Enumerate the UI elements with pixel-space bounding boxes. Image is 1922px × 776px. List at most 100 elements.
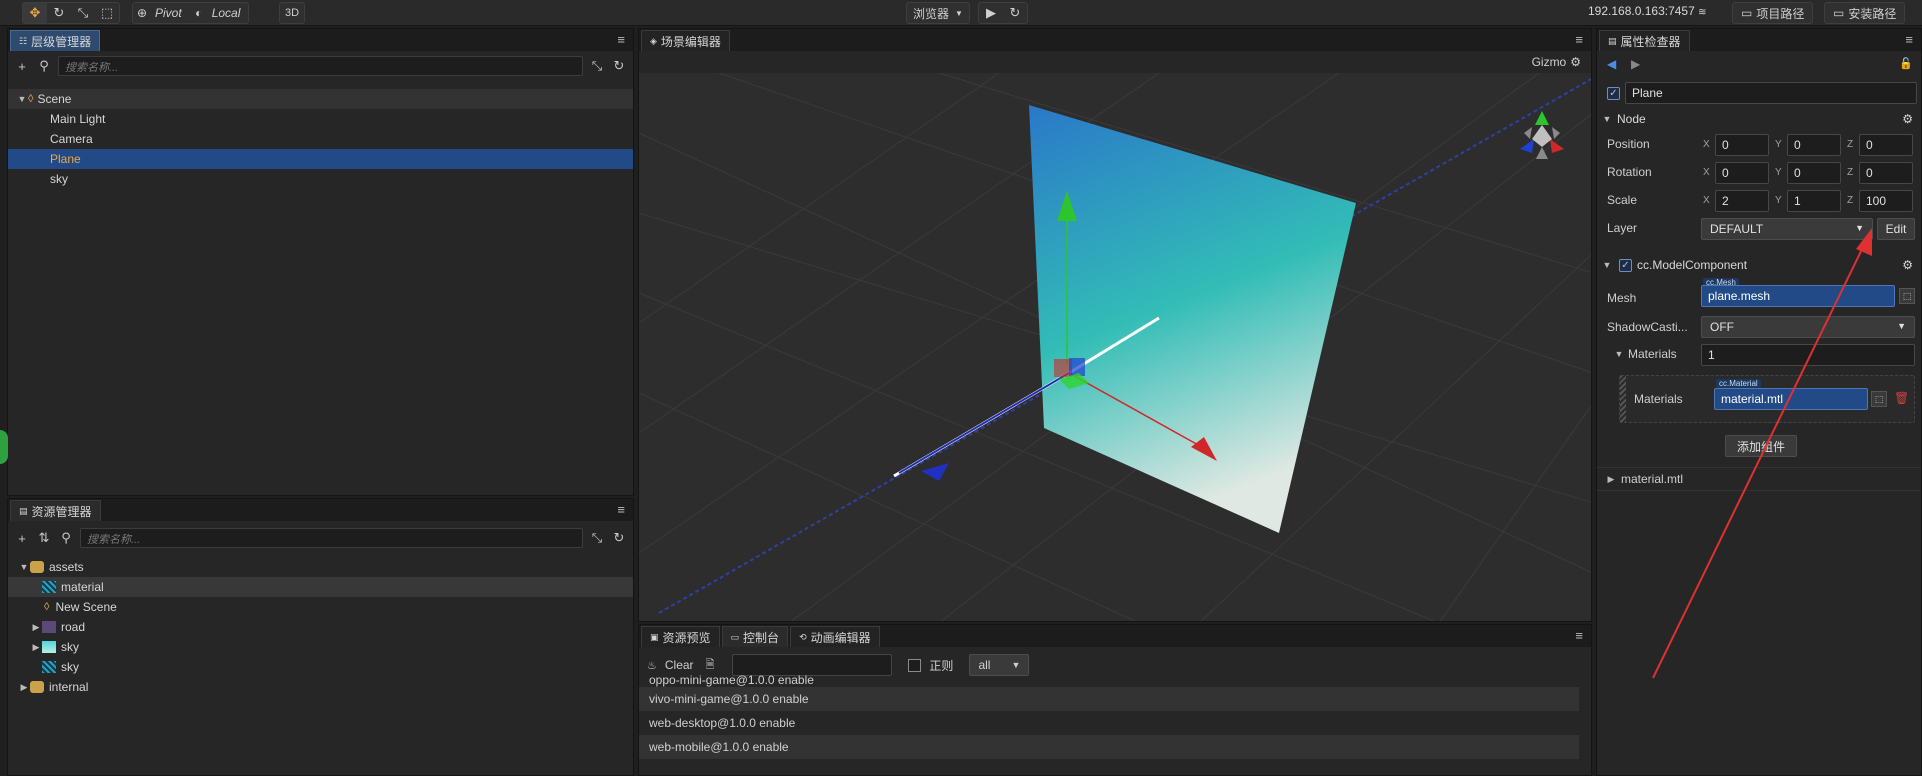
lock-icon[interactable]: 🔓	[1899, 57, 1913, 70]
materials-toggle[interactable]: ▼ Materials	[1613, 347, 1677, 361]
back-arrow-icon[interactable]: ◀	[1607, 57, 1616, 71]
menu-icon[interactable]: ≡	[617, 502, 625, 517]
search-icon[interactable]: ⚲	[36, 58, 52, 74]
delete-icon[interactable]: 🗑	[1894, 391, 1909, 405]
asset-row-material[interactable]: material	[8, 577, 633, 597]
menu-icon[interactable]: ≡	[1575, 32, 1583, 47]
search-icon[interactable]: ⚲	[58, 530, 74, 546]
layer-select[interactable]: DEFAULT ▼	[1701, 218, 1873, 240]
materials-count-input[interactable]: 1	[1701, 344, 1915, 366]
asset-row-road[interactable]: ▶ road	[8, 617, 633, 637]
tree-row-plane[interactable]: Plane	[8, 149, 633, 169]
model-component-header[interactable]: ▼ ✓ cc.ModelComponent ⚙	[1597, 253, 1921, 277]
refresh-icon[interactable]: ↻	[611, 530, 627, 546]
position-y-input[interactable]: 0	[1787, 134, 1841, 156]
expand-arrow-icon[interactable]: ▼	[1601, 260, 1613, 270]
orientation-gizmo[interactable]	[1520, 111, 1564, 159]
add-icon[interactable]: +	[14, 59, 30, 74]
clear-button[interactable]: Clear	[665, 658, 694, 672]
rotation-y-input[interactable]: 0	[1787, 162, 1841, 184]
hierarchy-search-input[interactable]: 搜索名称...	[58, 56, 583, 76]
shadow-casting-select[interactable]: OFF ▼	[1701, 316, 1915, 338]
node-section-header[interactable]: ▼ Node ⚙	[1597, 107, 1921, 131]
gear-icon[interactable]: ⚙	[1902, 112, 1913, 126]
collapse-icon[interactable]: ⤡	[589, 58, 605, 74]
rect-tool-icon[interactable]: ⬚	[95, 3, 119, 23]
mode-3d-button[interactable]: 3D	[279, 2, 306, 24]
layer-edit-button[interactable]: Edit	[1877, 218, 1915, 240]
asset-row-new-scene[interactable]: ◊ New Scene	[8, 597, 633, 617]
sort-icon[interactable]: ⇅	[36, 530, 52, 546]
tree-row-main-light[interactable]: Main Light	[8, 109, 633, 129]
expand-arrow-icon[interactable]: ▶	[18, 682, 30, 693]
asset-row-sky-material[interactable]: sky	[8, 657, 633, 677]
forward-arrow-icon[interactable]: ▶	[1631, 57, 1640, 71]
expand-arrow-icon[interactable]: ▼	[16, 94, 28, 104]
rotation-z-input[interactable]: 0	[1859, 162, 1913, 184]
assets-search-input[interactable]: 搜索名称...	[80, 528, 583, 548]
gear-icon[interactable]: ⚙	[1902, 258, 1913, 272]
pivot-button[interactable]: Pivot	[151, 6, 190, 20]
globe-icon[interactable]: ◐	[190, 6, 208, 20]
tab-animation-editor[interactable]: ⟲ 动画编辑器	[790, 626, 880, 647]
tree-row-scene[interactable]: ▼ ◊ Scene	[8, 89, 633, 109]
expand-arrow-icon[interactable]: ▶	[1605, 474, 1617, 485]
scene-canvas[interactable]	[639, 73, 1591, 621]
install-path-button[interactable]: ▭ 安装路径	[1824, 2, 1906, 24]
project-path-button[interactable]: ▭ 项目路径	[1732, 2, 1814, 24]
drag-handle-icon[interactable]	[1620, 376, 1626, 422]
menu-icon[interactable]: ≡	[617, 32, 625, 47]
log-file-icon[interactable]: 🗎	[706, 656, 715, 675]
preview-platform-select[interactable]: 浏览器 ▼	[906, 2, 970, 24]
refresh-icon[interactable]: ↻	[1003, 3, 1027, 23]
log-level-select[interactable]: all ▼	[969, 654, 1030, 676]
menu-icon[interactable]: ≡	[1905, 32, 1913, 47]
asset-footer-section[interactable]: ▶ material.mtl	[1597, 467, 1921, 491]
add-component-button[interactable]: 添加组件	[1725, 435, 1797, 457]
tab-assets[interactable]: ▤ 资源管理器	[10, 500, 101, 521]
rotation-x-input[interactable]: 0	[1715, 162, 1769, 184]
tab-console[interactable]: ▭ 控制台	[721, 626, 789, 647]
asset-row-internal[interactable]: ▶ internal	[8, 677, 633, 697]
preview-ip-address[interactable]: 192.168.0.163:7457 ≋	[1588, 4, 1707, 18]
asset-locate-icon[interactable]: ⬚	[1899, 288, 1915, 304]
tree-row-sky[interactable]: sky	[8, 169, 633, 189]
asset-row-sky-folder[interactable]: ▶ sky	[8, 637, 633, 657]
scale-tool-icon[interactable]: ⤡	[71, 3, 95, 23]
play-icon[interactable]: ▶	[979, 3, 1003, 23]
asset-row-assets[interactable]: ▼ assets	[8, 557, 633, 577]
gizmo-toggle[interactable]: Gizmo ⚙	[1532, 55, 1581, 69]
local-button[interactable]: Local	[208, 6, 249, 20]
component-enabled-checkbox[interactable]: ✓	[1619, 258, 1632, 272]
position-z-input[interactable]: 0	[1859, 134, 1913, 156]
expand-arrow-icon[interactable]: ▶	[30, 642, 42, 653]
scale-z-input[interactable]: 100	[1859, 190, 1913, 212]
collapse-icon[interactable]: ⤡	[589, 530, 605, 546]
expand-arrow-icon[interactable]: ▶	[30, 622, 42, 633]
tab-scene[interactable]: ◈ 场景编辑器	[641, 30, 730, 51]
node-active-checkbox[interactable]: ✓	[1607, 87, 1620, 100]
scene-viewport[interactable]	[639, 73, 1591, 621]
z-axis-handle[interactable]	[898, 372, 1070, 474]
position-x-input[interactable]: 0	[1715, 134, 1769, 156]
z-arrow-icon[interactable]	[921, 463, 949, 481]
plane-mesh[interactable]	[1029, 105, 1356, 533]
add-icon[interactable]: +	[14, 531, 30, 546]
node-name-input[interactable]: Plane	[1625, 82, 1917, 104]
tab-asset-preview[interactable]: ▣ 资源预览	[641, 626, 720, 647]
menu-icon[interactable]: ≡	[1575, 628, 1583, 643]
scale-x-input[interactable]: 2	[1715, 190, 1769, 212]
tab-inspector[interactable]: ▤ 属性检查器	[1599, 30, 1690, 51]
tree-row-camera[interactable]: Camera	[8, 129, 633, 149]
move-tool-icon[interactable]: ✥	[23, 3, 47, 23]
expand-arrow-icon[interactable]: ▼	[18, 562, 30, 572]
rotate-tool-icon[interactable]: ↻	[47, 3, 71, 23]
material-asset-field[interactable]: material.mtl	[1714, 388, 1868, 410]
pivot-icon[interactable]: ⊕	[133, 6, 151, 20]
mesh-asset-field[interactable]: plane.mesh	[1701, 285, 1895, 307]
regex-checkbox[interactable]	[908, 658, 922, 672]
broom-icon[interactable]: ♨	[647, 659, 657, 672]
yz-plane-handle[interactable]	[1069, 358, 1085, 376]
expand-arrow-icon[interactable]: ▼	[1601, 114, 1613, 124]
refresh-icon[interactable]: ↻	[611, 58, 627, 74]
